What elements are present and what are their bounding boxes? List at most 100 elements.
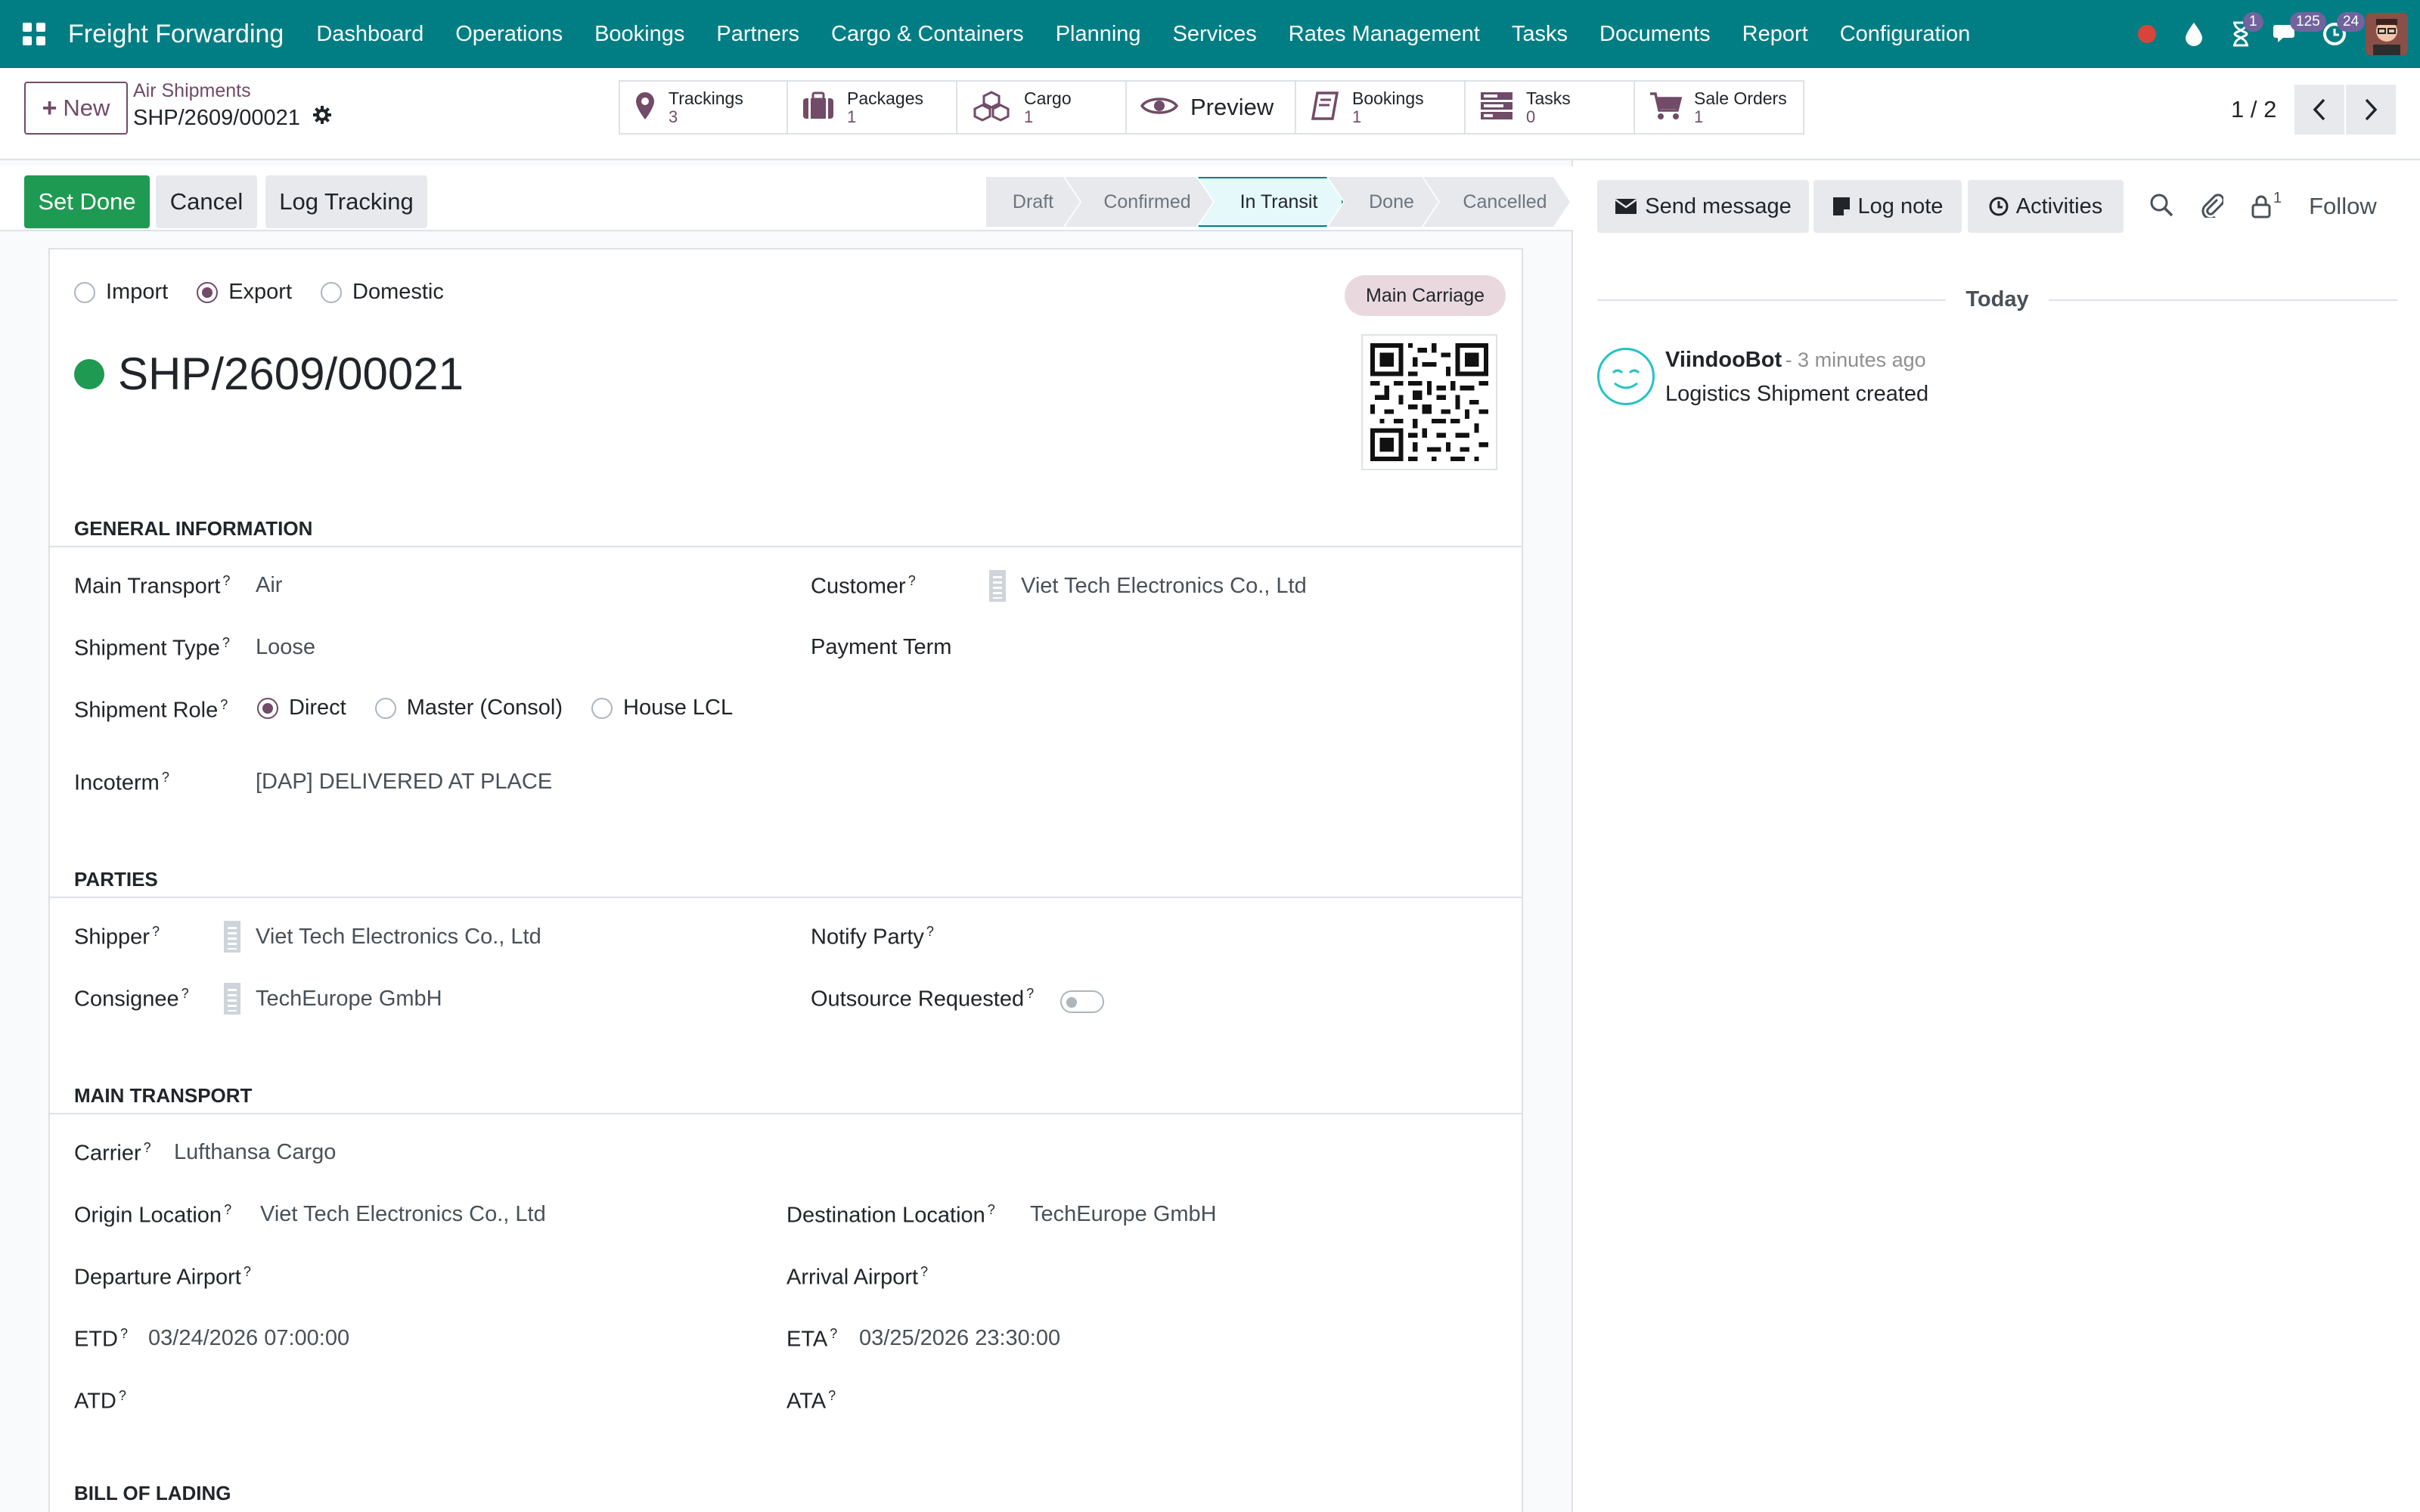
radio-master-consol-circle[interactable] [374, 697, 396, 719]
stage-done[interactable]: Done [1328, 177, 1438, 227]
smart-button-tasks[interactable]: Tasks 0 [1466, 80, 1635, 135]
value-main-transport[interactable]: Air [256, 573, 282, 598]
stage-draft[interactable]: Draft [986, 177, 1080, 227]
help-icon[interactable]: ? [920, 1264, 928, 1279]
status-bar: Set Done Cancel Log Tracking Draft Confi… [0, 166, 1573, 231]
help-icon[interactable]: ? [830, 1326, 837, 1341]
tasks-icon [1479, 91, 1514, 125]
follow-button[interactable]: Follow [2309, 193, 2377, 220]
value-eta[interactable]: 03/25/2026 23:30:00 [859, 1326, 1060, 1351]
smart-button-preview[interactable]: Preview [1127, 80, 1296, 135]
pager-next-button[interactable] [2346, 85, 2397, 135]
nav-item-documents[interactable]: Documents [1584, 22, 1727, 47]
help-icon[interactable]: ? [224, 1202, 231, 1217]
value-shipment-type[interactable]: Loose [256, 635, 315, 660]
set-done-button[interactable]: Set Done [24, 175, 150, 228]
activity-hourglass-icon[interactable]: 1 [2217, 0, 2264, 68]
value-customer[interactable]: Viet Tech Electronics Co., Ltd [989, 570, 1307, 602]
help-icon[interactable]: ? [120, 1326, 128, 1341]
separator-line [1597, 299, 1947, 301]
pager-previous-button[interactable] [2294, 85, 2345, 135]
stage-confirmed[interactable]: Confirmed [1065, 177, 1213, 227]
search-icon[interactable] [2149, 193, 2173, 221]
nav-item-services[interactable]: Services [1157, 22, 1273, 47]
radio-import-circle[interactable] [74, 281, 95, 303]
send-message-button[interactable]: Send message [1597, 180, 1809, 233]
followers-lock-icon[interactable]: 1 [2251, 190, 2282, 218]
updates-icon[interactable]: 24 [2311, 0, 2366, 68]
drop-icon[interactable] [2170, 0, 2217, 68]
pager-value[interactable]: 1 / 2 [2231, 96, 2276, 123]
gear-icon[interactable] [312, 105, 332, 131]
smart-button-packages[interactable]: Packages 1 [788, 80, 957, 135]
radio-direct-circle[interactable] [257, 697, 278, 719]
radio-import[interactable]: Import [74, 280, 168, 305]
help-icon[interactable]: ? [926, 924, 934, 939]
breadcrumb-parent-link[interactable]: Air Shipments [133, 80, 332, 102]
radio-direct[interactable]: Direct [257, 696, 346, 720]
help-icon[interactable]: ? [144, 1140, 151, 1155]
stage-in-transit[interactable]: In Transit [1198, 177, 1343, 227]
value-etd[interactable]: 03/24/2026 07:00:00 [148, 1326, 349, 1351]
user-avatar[interactable] [2366, 13, 2408, 55]
value-consignee[interactable]: TechEurope GmbH [224, 983, 442, 1015]
log-tracking-button[interactable]: Log Tracking [265, 175, 427, 228]
smart-button-bookings[interactable]: Bookings 1 [1296, 80, 1466, 135]
radio-master-consol-label: Master (Consol) [406, 696, 563, 720]
value-incoterm[interactable]: [DAP] DELIVERED AT PLACE [256, 770, 552, 795]
radio-export[interactable]: Export [197, 280, 292, 305]
help-icon[interactable]: ? [988, 1202, 995, 1217]
nav-item-partners[interactable]: Partners [700, 22, 815, 47]
messages-icon[interactable]: 125 [2264, 0, 2326, 68]
nav-item-tasks[interactable]: Tasks [1496, 22, 1584, 47]
help-icon[interactable]: ? [152, 924, 160, 939]
help-icon[interactable]: ? [119, 1388, 126, 1403]
radio-house-lcl[interactable]: House LCL [591, 696, 733, 720]
activities-button[interactable]: Activities [1968, 180, 2124, 233]
label-outsource-requested-text: Outsource Requested [811, 987, 1025, 1012]
smart-button-sale-orders[interactable]: Sale Orders 1 [1635, 80, 1804, 135]
nav-item-dashboard[interactable]: Dashboard [300, 22, 439, 47]
nav-item-configuration[interactable]: Configuration [1824, 22, 1987, 47]
smart-button-cargo[interactable]: Cargo 1 [957, 80, 1127, 135]
log-note-button[interactable]: Log note [1813, 180, 1962, 233]
nav-item-bookings[interactable]: Bookings [579, 22, 700, 47]
nav-item-rates-management[interactable]: Rates Management [1273, 22, 1496, 47]
radio-export-circle[interactable] [197, 281, 219, 303]
message-author[interactable]: ViindooBot [1665, 348, 1782, 372]
value-shipper[interactable]: Viet Tech Electronics Co., Ltd [224, 921, 541, 953]
help-icon[interactable]: ? [220, 697, 228, 712]
help-icon[interactable]: ? [244, 1264, 251, 1279]
radio-master-consol[interactable]: Master (Consol) [374, 696, 563, 720]
new-button[interactable]: + New [24, 82, 128, 135]
nav-item-report[interactable]: Report [1727, 22, 1824, 47]
label-customer: Customer? [811, 573, 916, 600]
help-icon[interactable]: ? [1026, 986, 1034, 1001]
help-icon[interactable]: ? [182, 986, 189, 1001]
radio-house-lcl-circle[interactable] [591, 697, 613, 719]
new-button-label: New [63, 94, 110, 121]
nav-item-operations[interactable]: Operations [439, 22, 579, 47]
help-icon[interactable]: ? [222, 573, 230, 588]
recording-icon[interactable] [2124, 0, 2170, 68]
help-icon[interactable]: ? [222, 635, 230, 650]
radio-domestic-circle[interactable] [321, 281, 343, 303]
nav-item-planning[interactable]: Planning [1040, 22, 1157, 47]
value-origin-location[interactable]: Viet Tech Electronics Co., Ltd [260, 1202, 546, 1227]
preview-label: Preview [1190, 94, 1274, 120]
apps-menu-icon[interactable] [0, 0, 68, 68]
outsource-requested-toggle[interactable] [1060, 990, 1104, 1013]
help-icon[interactable]: ? [908, 573, 916, 588]
paperclip-icon[interactable] [2201, 192, 2225, 222]
smart-button-trackings[interactable]: Trackings 3 [619, 80, 788, 135]
value-carrier[interactable]: Lufthansa Cargo [174, 1140, 336, 1165]
value-destination-location[interactable]: TechEurope GmbH [1030, 1202, 1217, 1227]
cancel-button[interactable]: Cancel [156, 175, 257, 228]
help-icon[interactable]: ? [162, 770, 169, 785]
bot-avatar[interactable] [1597, 348, 1655, 405]
stage-cancelled[interactable]: Cancelled [1423, 177, 1570, 227]
app-brand[interactable]: Freight Forwarding [68, 20, 300, 49]
radio-domestic[interactable]: Domestic [321, 280, 444, 305]
nav-item-cargo-containers[interactable]: Cargo & Containers [815, 22, 1040, 47]
help-icon[interactable]: ? [828, 1388, 836, 1403]
